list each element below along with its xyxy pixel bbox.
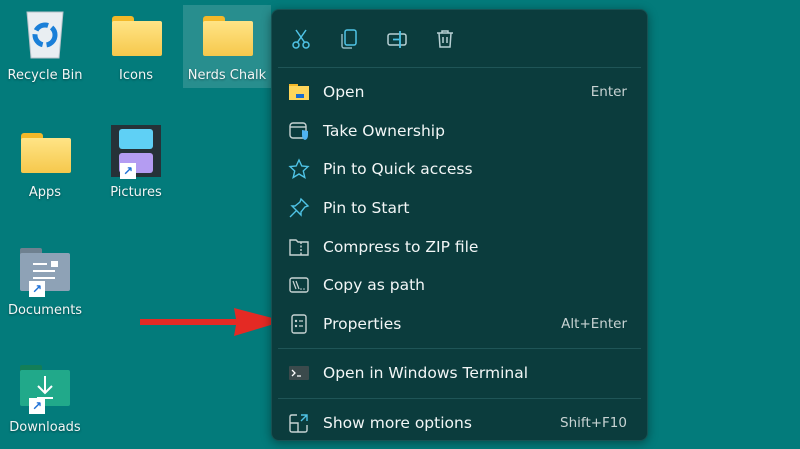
show-more-icon [288,412,310,434]
desktop-icon-label: Pictures [110,185,162,200]
context-menu: Open Enter Take Ownership Pin to Quick a… [271,9,648,441]
cut-button[interactable] [288,26,314,52]
take-ownership-icon [288,120,310,142]
properties-icon [288,313,310,335]
copy-icon [341,28,357,49]
terminal-icon [288,362,310,384]
menu-item-pin-quick-access[interactable]: Pin to Quick access [272,150,647,189]
recycle-bin-icon [15,8,75,60]
cut-icon [292,29,310,49]
copy-button[interactable] [336,26,362,52]
shortcut-arrow-icon: ↗ [29,281,45,297]
menu-item-show-more-options[interactable]: Show more options Shift+F10 [272,404,647,443]
desktop-icon-apps[interactable]: Apps [1,125,89,205]
desktop-icon-downloads[interactable]: ↗ Downloads [1,360,89,440]
star-icon [288,158,310,180]
shortcut-hint: Shift+F10 [560,415,627,432]
menu-item-compress-zip[interactable]: Compress to ZIP file [272,227,647,266]
desktop-icon-documents[interactable]: ↗ Documents [1,243,89,323]
desktop-icon-recycle-bin[interactable]: Recycle Bin [1,8,89,88]
zip-icon [288,236,310,258]
menu-item-open-terminal[interactable]: Open in Windows Terminal [272,354,647,393]
copy-path-icon [288,274,310,296]
menu-item-pin-to-start[interactable]: Pin to Start [272,189,647,228]
folder-open-icon [288,81,310,103]
desktop-icon-icons[interactable]: Icons [92,8,180,88]
folder-icon [15,125,75,177]
desktop-icon-label: Recycle Bin [7,68,83,83]
documents-icon: ↗ [15,243,75,297]
shortcut-hint: Enter [590,84,627,101]
menu-item-open[interactable]: Open Enter [272,73,647,112]
annotation-arrow [140,308,284,336]
desktop-icon-label: Downloads [9,420,81,435]
desktop-icon-label: Documents [7,303,83,318]
desktop-icon-nerds-chalk[interactable]: Nerds Chalk [183,5,271,88]
menu-item-copy-as-path[interactable]: Copy as path [272,266,647,305]
desktop-icon-label: Icons [119,68,153,83]
desktop-icon-label: Apps [28,185,62,200]
shortcut-hint: Alt+Enter [561,315,627,332]
context-menu-toolbar [272,10,647,67]
menu-item-properties[interactable]: Properties Alt+Enter [272,305,647,344]
menu-item-take-ownership[interactable]: Take Ownership [272,112,647,151]
delete-button[interactable] [432,26,458,52]
delete-icon [437,29,453,48]
shortcut-arrow-icon: ↗ [29,398,45,414]
shortcut-arrow-icon: ↗ [120,163,136,179]
downloads-icon: ↗ [15,360,75,414]
desktop-icon-pictures[interactable]: ↗ Pictures [92,125,180,205]
pictures-icon: ↗ [106,125,166,179]
rename-button[interactable] [384,26,410,52]
folder-icon [106,8,166,60]
desktop-icon-label: Nerds Chalk [187,68,267,83]
rename-icon [387,30,407,48]
pin-icon [288,197,310,219]
folder-icon [197,8,257,60]
